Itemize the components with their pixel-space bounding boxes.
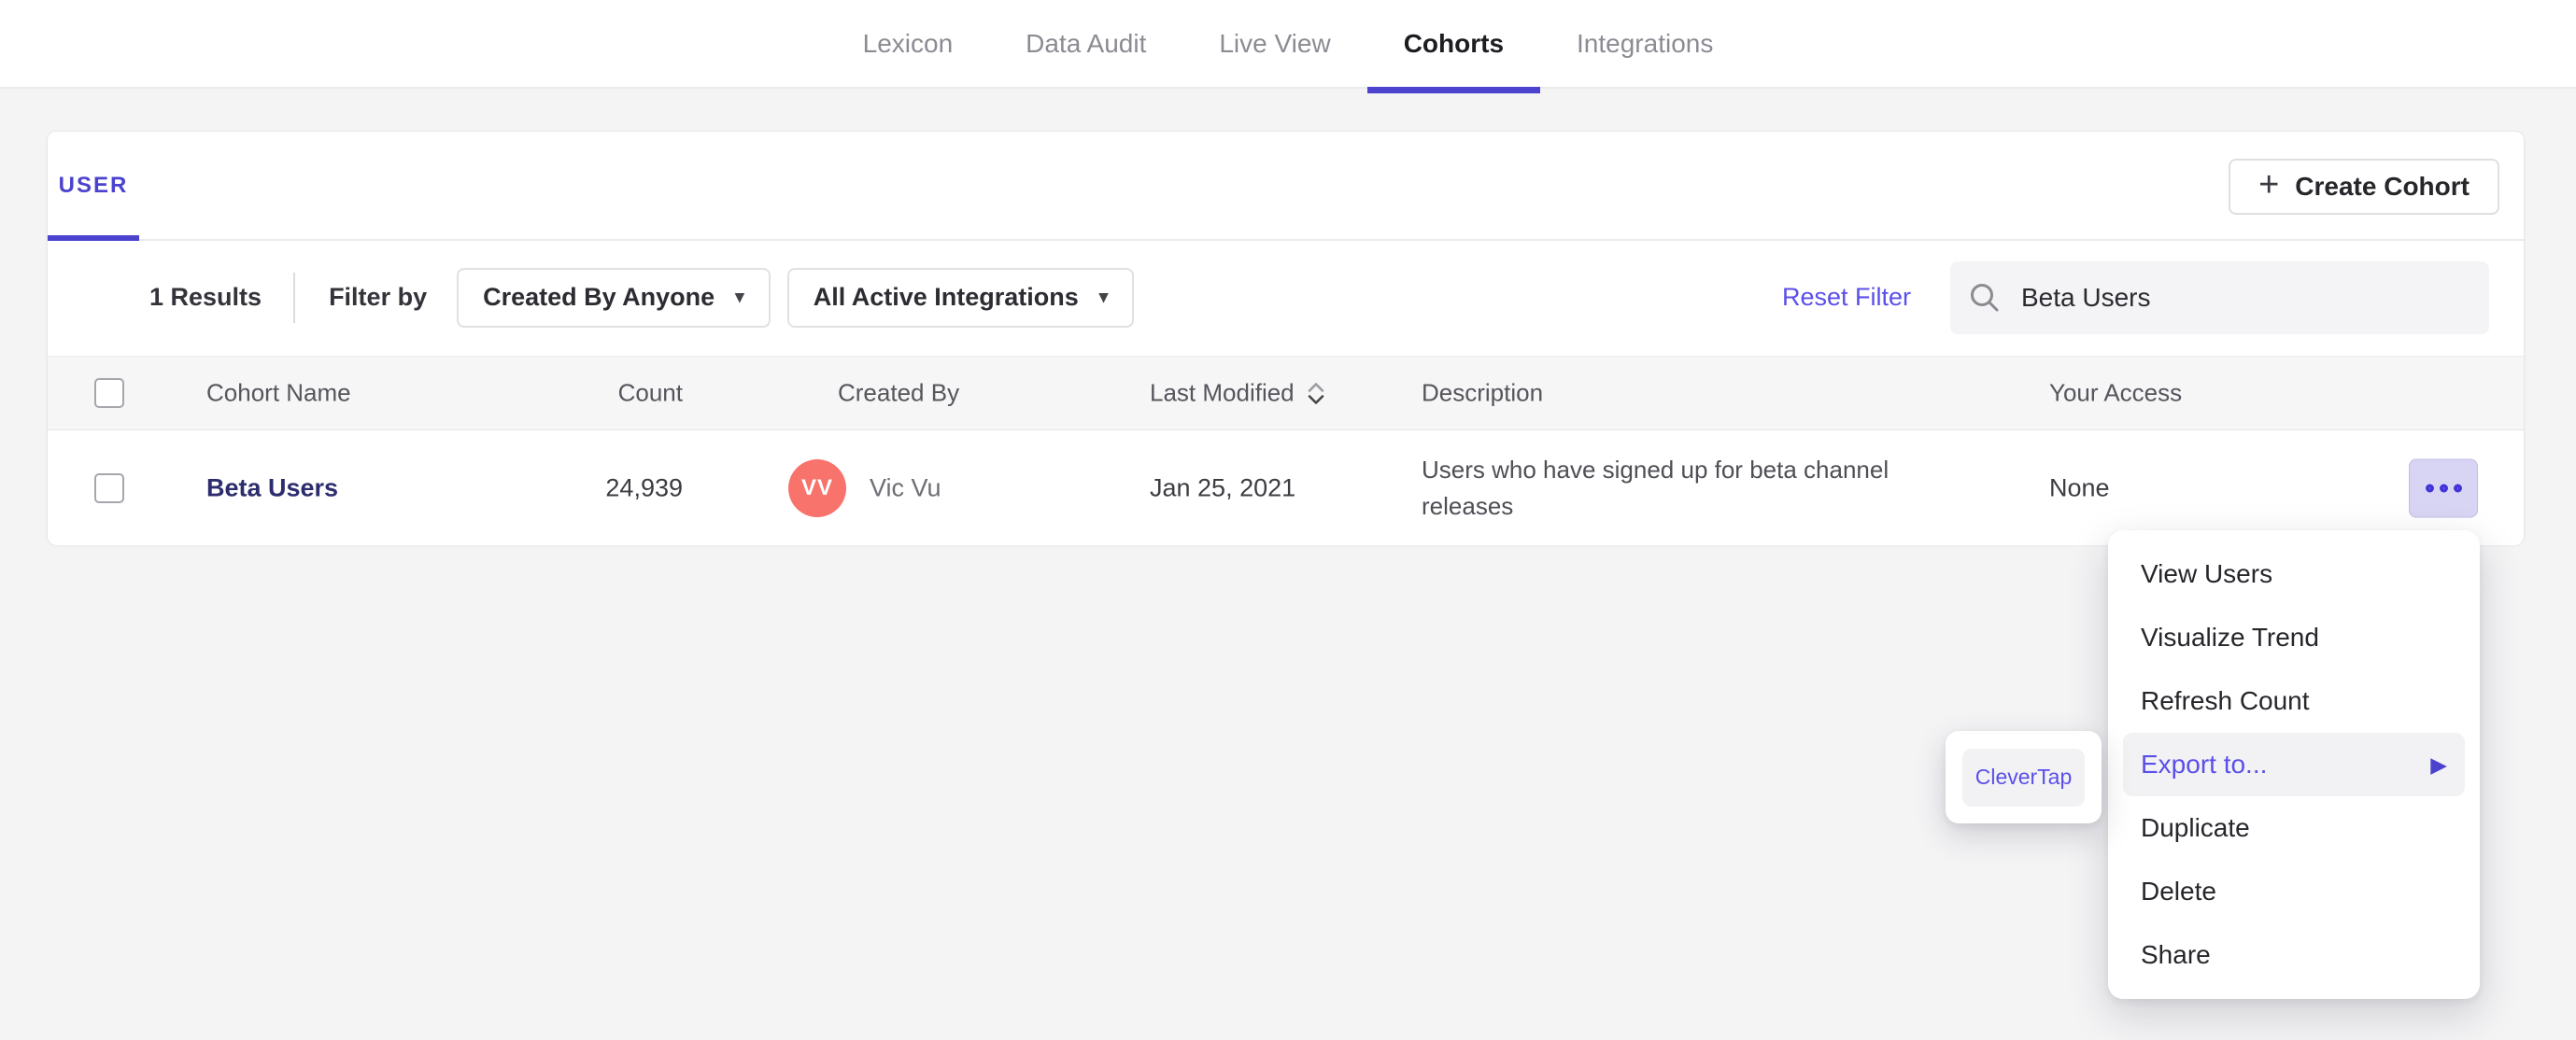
row-checkbox[interactable]	[94, 473, 124, 503]
nav-tab-cohorts[interactable]: Cohorts	[1366, 0, 1541, 93]
ellipsis-icon	[2439, 484, 2448, 493]
cohort-count: 24,939	[605, 473, 683, 502]
chevron-down-icon: ▾	[735, 288, 744, 307]
create-cohort-label: Create Cohort	[2295, 172, 2470, 201]
submenu-arrow-icon: ▶	[2430, 752, 2447, 777]
created-by-dropdown-value: Created By Anyone	[483, 283, 715, 311]
table-row: Beta Users 24,939 VV Vic Vu Jan 25, 2021…	[48, 431, 2524, 545]
header-last-modified: Last Modified	[1150, 379, 1326, 408]
table-header-row: Cohort Name Count Created By Last Modifi…	[48, 356, 2524, 430]
menu-item-export-to[interactable]: Export to... ▶	[2123, 733, 2465, 796]
cohorts-card: USER + Create Cohort 1 Results Filter by…	[47, 131, 2525, 545]
filter-divider	[293, 272, 296, 323]
search-icon	[1971, 283, 1999, 311]
nav-tabs: Lexicon Data Audit Live View Cohorts Int…	[827, 0, 1750, 93]
menu-item-refresh-count[interactable]: Refresh Count	[2123, 669, 2465, 733]
nav-tab-live-view[interactable]: Live View	[1182, 0, 1366, 87]
export-submenu: CleverTap	[1946, 731, 2102, 823]
menu-item-delete[interactable]: Delete	[2123, 860, 2465, 923]
sort-icon[interactable]	[1306, 379, 1326, 407]
header-your-access: Your Access	[2049, 378, 2183, 407]
menu-item-share[interactable]: Share	[2123, 923, 2465, 987]
avatar: VV	[788, 459, 846, 517]
tab-user-label: USER	[58, 172, 129, 198]
search-input-value: Beta Users	[2021, 282, 2151, 312]
creator-name: Vic Vu	[870, 473, 941, 502]
menu-item-view-users[interactable]: View Users	[2123, 542, 2465, 606]
ellipsis-icon	[2453, 484, 2462, 493]
nav-tab-data-audit[interactable]: Data Audit	[989, 0, 1182, 87]
filter-bar: 1 Results Filter by Created By Anyone ▾ …	[48, 241, 2524, 354]
header-count: Count	[617, 378, 683, 407]
select-all-checkbox[interactable]	[94, 378, 124, 408]
header-last-modified-label: Last Modified	[1150, 378, 1295, 407]
chevron-down-icon: ▾	[1098, 288, 1109, 307]
submenu-item-clevertap[interactable]: CleverTap	[1962, 748, 2085, 807]
results-count: 1 Results	[149, 283, 262, 311]
your-access-value: None	[2049, 473, 2110, 502]
cohort-description: Users who have signed up for beta channe…	[1422, 456, 1890, 520]
header-cohort-name: Cohort Name	[206, 378, 351, 407]
reset-filter-link[interactable]: Reset Filter	[1782, 283, 1911, 312]
active-integrations-dropdown[interactable]: All Active Integrations ▾	[786, 267, 1135, 328]
cohort-name-link[interactable]: Beta Users	[206, 474, 338, 503]
menu-item-visualize-trend[interactable]: Visualize Trend	[2123, 606, 2465, 669]
top-navbar: Lexicon Data Audit Live View Cohorts Int…	[0, 0, 2576, 93]
tab-user[interactable]: USER	[48, 132, 139, 241]
created-by-dropdown[interactable]: Created By Anyone ▾	[457, 267, 771, 328]
search-input[interactable]: Beta Users	[1950, 260, 2489, 334]
active-tab-underline	[1366, 87, 1541, 93]
nav-tab-integrations[interactable]: Integrations	[1540, 0, 1749, 87]
header-description: Description	[1422, 378, 1544, 407]
row-actions-menu: View Users Visualize Trend Refresh Count…	[2108, 530, 2480, 999]
menu-item-export-to-label: Export to...	[2141, 750, 2268, 779]
cohort-type-tab-row: USER + Create Cohort	[48, 132, 2524, 241]
ellipsis-icon	[2425, 484, 2434, 493]
plus-icon: +	[2258, 165, 2280, 204]
last-modified-date: Jan 25, 2021	[1150, 473, 1296, 502]
active-integrations-dropdown-value: All Active Integrations	[813, 283, 1079, 311]
header-created-by: Created By	[838, 378, 960, 407]
menu-item-duplicate[interactable]: Duplicate	[2123, 796, 2465, 860]
nav-tab-cohorts-label: Cohorts	[1403, 28, 1505, 58]
create-cohort-button[interactable]: + Create Cohort	[2229, 159, 2499, 215]
nav-tab-lexicon[interactable]: Lexicon	[827, 0, 990, 87]
filter-by-label: Filter by	[329, 283, 428, 311]
more-actions-button[interactable]	[2409, 458, 2478, 518]
